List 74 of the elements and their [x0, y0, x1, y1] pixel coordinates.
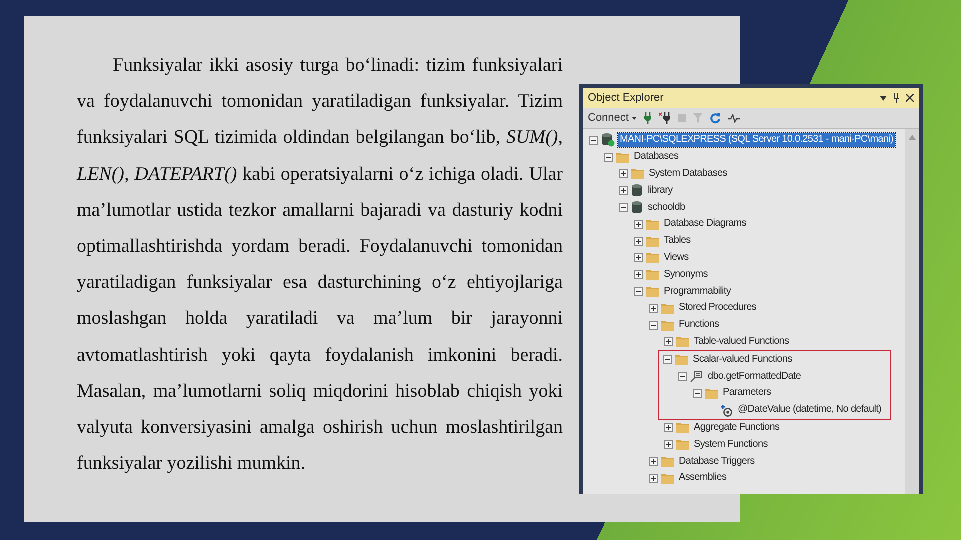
- connect-button[interactable]: Connect: [588, 112, 637, 124]
- body-paragraph: Funksiyalar ikki asosiy turga bo‘linadi: tizim funksiyalari va foydalanuvchi tomonidan yaratiladigan funksiyalar. Tizim funksiyalari SQL tizimida oldindan belgilangan bo‘lib, SUM(), LEN(), DATEPART() kabi operatsiyalarni o‘z ichiga oladi. Ular ma’lumotlar ustida tezkor amallarni bajaradi va dasturiy kodni optimallashtirishda yordam beradi. Foydalanuvchi tomonidan yaratiladigan funksiyalar esa dasturchining o‘z ehtiyojlariga moslashgan holda yaratiladi va ma’lum bir jarayonni avtomatlashtirish yoki qayta foydalanish imkonini beradi. Masalan, ma’lumotlarni soliq miqdorini hisoblab chiqish yoki valyuta konversiyasini amalga oshirish uchun moslashtirilgan funksiyalar yozilishi mumkin.: [77, 54, 563, 476]
- close-icon[interactable]: [906, 94, 914, 102]
- database-icon: [631, 184, 643, 198]
- tree-item[interactable]: Assemblies: [677, 471, 729, 486]
- tree-item[interactable]: Database Diagrams: [662, 217, 748, 232]
- folder-icon: [631, 168, 644, 180]
- tree-item[interactable]: MANI-PC\SQLEXPRESS (SQL Server 10.0.2531 - mani-PC\mani): [618, 133, 896, 148]
- folder-icon: [646, 218, 659, 230]
- collapse-icon[interactable]: [693, 388, 702, 398]
- collapse-icon[interactable]: [663, 355, 672, 364]
- database-icon: [631, 201, 643, 214]
- caret-icon: [632, 116, 637, 120]
- collapse-icon[interactable]: [678, 372, 687, 382]
- disconnect-plug-icon[interactable]: [658, 112, 671, 124]
- expand-icon[interactable]: [649, 457, 658, 466]
- tree-item[interactable]: dbo.getFormattedDate: [706, 370, 804, 384]
- expand-icon[interactable]: [634, 253, 643, 262]
- tree-item[interactable]: Parameters: [721, 386, 774, 400]
- tree-item[interactable]: Views: [662, 250, 691, 265]
- folder-icon: [661, 456, 674, 468]
- tree-item[interactable]: Aggregate Functions: [692, 420, 782, 435]
- collapse-icon[interactable]: [589, 136, 598, 145]
- parameter-icon: [720, 404, 733, 417]
- expand-icon[interactable]: [649, 474, 658, 483]
- folder-icon: [705, 388, 718, 399]
- folder-icon: [661, 320, 674, 331]
- folder-icon: [646, 269, 659, 280]
- collapse-icon[interactable]: [649, 320, 658, 330]
- expand-icon[interactable]: [634, 236, 643, 246]
- expand-icon[interactable]: [619, 169, 628, 178]
- expand-icon[interactable]: [664, 337, 673, 346]
- tree-item[interactable]: System Functions: [692, 438, 770, 452]
- pin-icon[interactable]: [893, 93, 900, 103]
- expand-icon[interactable]: [664, 440, 673, 450]
- refresh-icon[interactable]: [710, 112, 721, 124]
- tree-item[interactable]: Tables: [662, 234, 693, 248]
- tree-item[interactable]: System Databases: [647, 166, 730, 181]
- tree-item[interactable]: Stored Procedures: [677, 301, 758, 316]
- folder-icon: [676, 336, 689, 348]
- collapse-icon[interactable]: [634, 287, 643, 296]
- folder-icon: [646, 286, 659, 298]
- collapse-icon[interactable]: [619, 203, 628, 212]
- folder-icon: [675, 354, 688, 366]
- panel-title: Object Explorer: [588, 92, 665, 104]
- folder-icon: [616, 152, 629, 163]
- expand-icon[interactable]: [634, 270, 643, 280]
- expand-icon[interactable]: [634, 220, 643, 229]
- tree-item[interactable]: library: [646, 184, 675, 198]
- folder-icon: [661, 472, 674, 484]
- expand-icon[interactable]: [649, 304, 658, 313]
- tree-item[interactable]: Scalar-valued Functions: [691, 352, 794, 367]
- expand-icon[interactable]: [664, 423, 673, 432]
- server-icon: [601, 133, 615, 148]
- scrollbar[interactable]: [905, 129, 919, 494]
- folder-icon: [661, 302, 674, 314]
- tree-item[interactable]: Database Triggers: [677, 454, 757, 469]
- plug-icon[interactable]: [644, 112, 652, 124]
- folder-icon: [646, 252, 659, 264]
- activity-icon[interactable]: [728, 114, 740, 122]
- tree-item[interactable]: Table-valued Functions: [692, 334, 792, 349]
- collapse-icon[interactable]: [604, 152, 613, 162]
- tree-item[interactable]: Programmability: [662, 284, 733, 299]
- folder-icon: [646, 236, 659, 247]
- expand-icon[interactable]: [619, 186, 628, 196]
- folder-icon: [676, 439, 689, 450]
- tree-item[interactable]: Synonyms: [662, 268, 710, 282]
- dropdown-caret-icon[interactable]: [880, 96, 887, 100]
- tree-item[interactable]: schooldb: [646, 200, 688, 215]
- function-icon: [690, 370, 703, 383]
- tree-item[interactable]: Functions: [677, 318, 722, 332]
- tree-item[interactable]: Databases: [632, 150, 681, 164]
- folder-icon: [676, 422, 689, 434]
- tree-item[interactable]: @DateValue (datetime, No default): [736, 403, 884, 418]
